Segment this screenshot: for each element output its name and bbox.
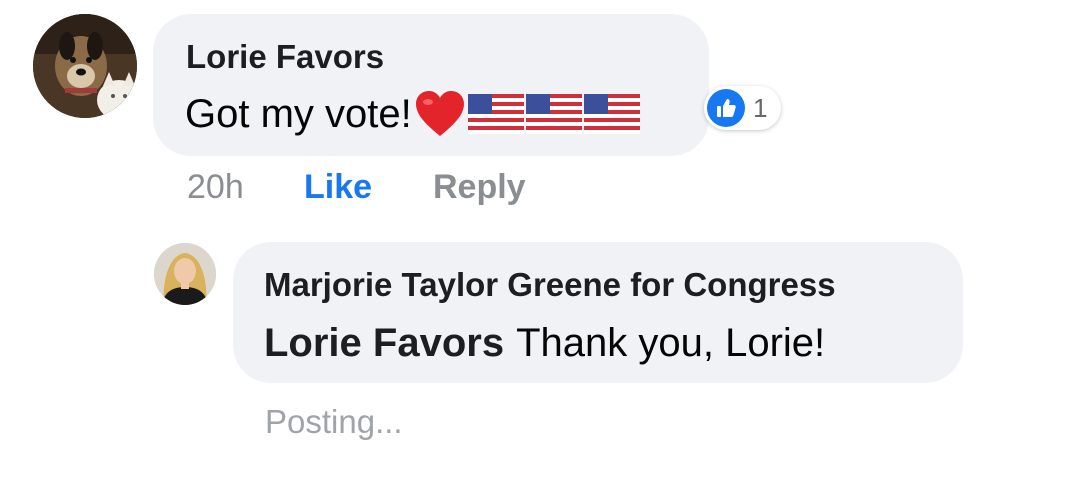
commenter-avatar[interactable] <box>33 14 137 118</box>
thumbs-up-icon <box>707 89 745 127</box>
comment-text: Got my vote! <box>185 88 640 140</box>
dog-cat-avatar-image <box>33 14 137 118</box>
us-flag-emoji-icon <box>525 94 582 134</box>
heart-emoji-icon <box>415 91 464 136</box>
reply-author-name[interactable]: Marjorie Taylor Greene for Congress <box>264 266 836 304</box>
comment-author-name[interactable]: Lorie Favors <box>186 38 384 76</box>
comment-timestamp[interactable]: 20h <box>187 168 244 207</box>
reaction-summary[interactable]: 1 <box>704 86 781 130</box>
mention-link[interactable]: Lorie Favors <box>264 321 504 366</box>
reply-text: Lorie Favors Thank you, Lorie! <box>264 318 825 368</box>
like-button[interactable]: Like <box>304 168 372 207</box>
us-flag-emoji-icon <box>467 94 524 134</box>
posting-status: Posting... <box>265 403 403 440</box>
person-avatar-image <box>154 243 216 305</box>
reply-button[interactable]: Reply <box>433 168 526 207</box>
reply-body: Thank you, Lorie! <box>516 320 826 365</box>
reaction-count: 1 <box>753 92 768 123</box>
us-flag-emoji-icon <box>583 94 640 134</box>
replier-avatar[interactable] <box>154 243 216 305</box>
comment-body: Got my vote! <box>185 91 412 136</box>
